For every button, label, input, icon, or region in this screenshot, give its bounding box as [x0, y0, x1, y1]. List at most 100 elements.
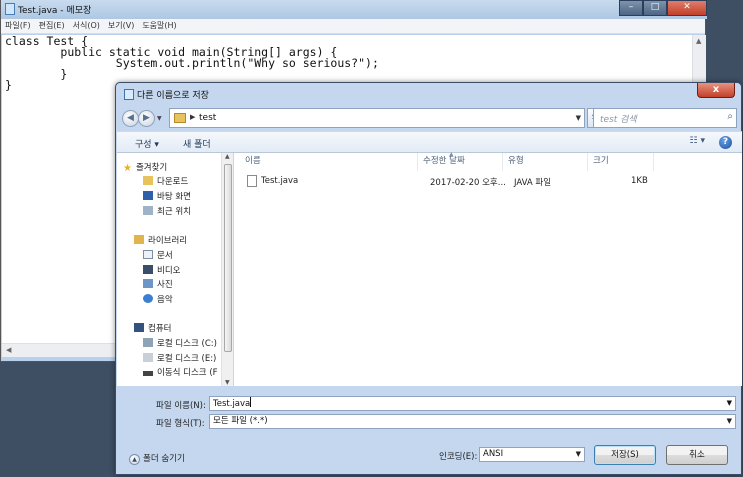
drive-c-icon [143, 338, 153, 347]
notepad-app-icon [5, 3, 15, 15]
encoding-select[interactable]: ANSI ▼ [479, 447, 585, 462]
notepad-title: Test.java - 메모장 [18, 6, 92, 16]
recent-locations-dropdown-icon[interactable]: ▼ [157, 115, 162, 122]
nav-label-local-e: 로컬 디스크 (E:) [157, 354, 217, 364]
file-size: 1KB [631, 176, 648, 186]
nav-item-favorites[interactable]: ★ 즐겨찾기 [123, 161, 168, 174]
menu-format[interactable]: 서식(O) [73, 19, 100, 33]
nav-item-local-e[interactable]: 로컬 디스크 (E:) [143, 352, 216, 364]
filetype-dropdown-icon[interactable]: ▼ [727, 415, 732, 428]
hide-folders-toggle[interactable]: ▲ 폴더 숨기기 [129, 452, 185, 465]
drive-e-icon [143, 353, 153, 362]
nav-label-videos: 비디오 [157, 266, 181, 276]
dialog-close-button[interactable]: x [697, 83, 735, 98]
nav-item-music[interactable]: 음악 [143, 293, 173, 305]
menu-edit[interactable]: 편집(E) [39, 19, 65, 33]
nav-label-documents: 문서 [157, 251, 173, 261]
dialog-title-text: 다른 이름으로 저장 [137, 91, 209, 101]
nav-pane-scrollbar[interactable]: ▲ ▼ [221, 153, 233, 386]
save-button[interactable]: 저장(S) [594, 445, 656, 465]
encoding-label: 인코딩(E): [439, 452, 478, 462]
computer-icon [134, 323, 144, 332]
nav-item-videos[interactable]: 비디오 [143, 264, 180, 276]
desktop-icon [143, 191, 153, 200]
filetype-label: 파일 형식(T): [156, 419, 205, 429]
nav-item-desktop[interactable]: 바탕 화면 [143, 190, 191, 202]
nav-label-removable: 이동식 디스크 (F [157, 368, 218, 378]
nav-item-documents[interactable]: 문서 [143, 249, 173, 261]
column-header-type[interactable]: 유형 [503, 153, 588, 171]
nav-label-music: 음악 [157, 295, 173, 305]
filename-label: 파일 이름(N): [156, 401, 206, 411]
nav-item-recent[interactable]: 최근 위치 [143, 205, 191, 217]
nav-item-downloads[interactable]: 다운로드 [143, 175, 188, 187]
maximize-button[interactable]: □ [643, 0, 667, 16]
search-box[interactable]: test 검색 ⌕ [593, 108, 737, 128]
nav-label-libraries: 라이브러리 [148, 236, 188, 246]
nav-item-computer[interactable]: 컴퓨터 [134, 322, 171, 334]
nav-item-libraries[interactable]: 라이브러리 [134, 234, 187, 246]
libraries-icon [134, 235, 144, 244]
notepad-titlebar: Test.java - 메모장 – □ ✕ [1, 0, 707, 19]
file-modified: 2017-02-20 오후... [430, 178, 506, 188]
notepad-menubar: 파일(F) 편집(E) 서식(O) 보기(V) 도움말(H) [1, 19, 705, 34]
column-header-name[interactable]: 이름 [240, 153, 418, 171]
documents-icon [143, 250, 153, 259]
dialog-title: 다른 이름으로 저장 [124, 88, 209, 101]
scroll-left-icon[interactable]: ◀ [6, 346, 11, 354]
nav-label-recent: 최근 위치 [157, 207, 191, 217]
table-row[interactable]: Test.java 2017-02-20 오후... JAVA 파일 1KB [234, 173, 742, 189]
nav-label-local-c: 로컬 디스크 (C:) [157, 339, 217, 349]
column-header-modified[interactable]: 수정한 날짜 [418, 153, 503, 171]
filename-input[interactable]: Test.java ▼ [209, 396, 736, 411]
breadcrumb-separator-icon[interactable]: ▶ [190, 113, 195, 121]
back-button[interactable]: ◀ [122, 110, 139, 127]
navigation-pane: ★ 즐겨찾기 다운로드 바탕 화면 최근 위치 라이브러리 문서 비디오 사진 음… [117, 153, 233, 386]
pictures-icon [143, 279, 153, 288]
videos-icon [143, 265, 153, 274]
filename-dropdown-icon[interactable]: ▼ [727, 397, 732, 410]
new-folder-button[interactable]: 새 폴더 [183, 137, 211, 150]
nav-label-downloads: 다운로드 [157, 177, 189, 187]
downloads-folder-icon [143, 176, 153, 185]
menu-file[interactable]: 파일(F) [5, 19, 31, 33]
hide-folders-label: 폴더 숨기기 [143, 454, 185, 464]
search-icon[interactable]: ⌕ [727, 111, 733, 122]
star-icon: ★ [123, 163, 132, 174]
nav-label-desktop: 바탕 화면 [157, 192, 191, 202]
column-header-size[interactable]: 크기 [588, 153, 654, 171]
forward-button[interactable]: ▶ [138, 110, 155, 127]
help-icon[interactable]: ? [719, 136, 732, 149]
nav-label-favorites: 즐겨찾기 [135, 163, 168, 173]
menu-help[interactable]: 도움말(H) [142, 19, 176, 33]
notepad-icon [124, 89, 134, 100]
encoding-value: ANSI [483, 449, 504, 459]
removable-drive-icon [143, 371, 153, 376]
nav-scroll-up-icon[interactable]: ▲ [225, 153, 230, 160]
organize-button[interactable]: 구성 ▾ [135, 137, 159, 150]
filetype-select[interactable]: 모든 파일 (*.*) ▼ [209, 414, 736, 429]
nav-scroll-thumb[interactable] [224, 164, 232, 352]
window-controls: – □ ✕ [619, 0, 707, 16]
cancel-button[interactable]: 취소 [666, 445, 728, 465]
recent-places-icon [143, 206, 153, 215]
address-dropdown-icon[interactable]: ▼ [576, 114, 581, 122]
view-options-button[interactable]: ☷ ▾ [690, 136, 705, 146]
address-bar[interactable]: ▶ test ▼ [169, 108, 585, 128]
nav-item-removable[interactable]: 이동식 디스크 (F [143, 366, 218, 378]
scroll-up-icon[interactable]: ▲ [696, 37, 701, 45]
nav-item-local-c[interactable]: 로컬 디스크 (C:) [143, 337, 217, 349]
breadcrumb-test[interactable]: test [199, 113, 216, 123]
menu-view[interactable]: 보기(V) [108, 19, 134, 33]
folder-icon [174, 113, 186, 123]
nav-scroll-down-icon[interactable]: ▼ [225, 379, 230, 386]
close-button[interactable]: ✕ [667, 0, 707, 16]
encoding-dropdown-icon[interactable]: ▼ [576, 448, 581, 461]
forward-arrow-icon: ▶ [143, 113, 150, 123]
text-cursor [250, 397, 252, 407]
nav-label-pictures: 사진 [157, 280, 173, 290]
minimize-button[interactable]: – [619, 0, 643, 16]
file-name: Test.java [261, 176, 299, 186]
nav-item-pictures[interactable]: 사진 [143, 278, 173, 290]
chevron-up-icon: ▲ [129, 454, 140, 465]
